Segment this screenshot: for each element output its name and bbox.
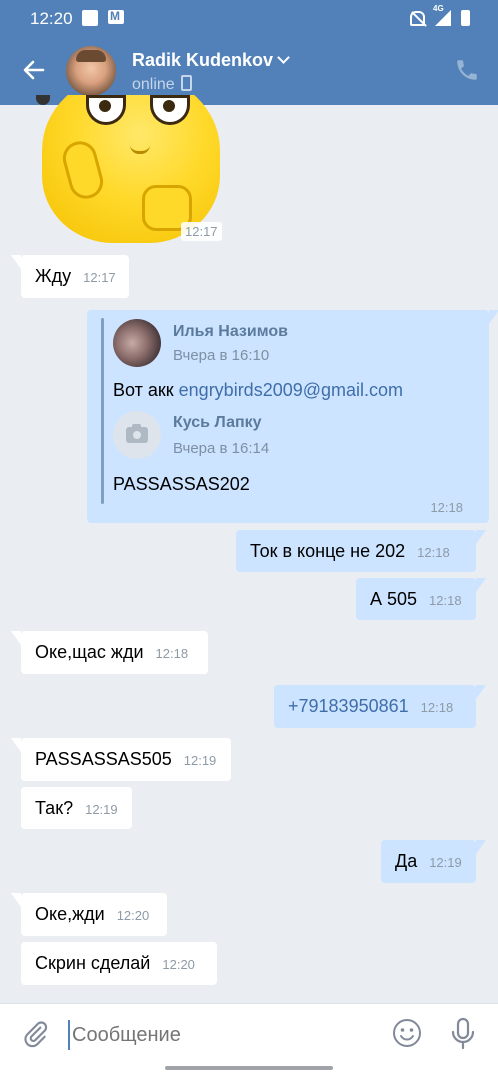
status-bar: 12:20 4G — [0, 0, 498, 36]
avatar[interactable] — [113, 319, 161, 367]
message-time: 12:18 — [430, 500, 463, 515]
incoming-message[interactable]: Так? 12:19 — [21, 787, 132, 829]
incoming-message[interactable]: PASSASSAS505 12:19 — [11, 738, 231, 781]
signal-icon: 4G — [433, 4, 451, 26]
battery-icon — [461, 10, 470, 26]
microphone-icon[interactable] — [450, 1017, 476, 1051]
phone-link[interactable]: +79183950861 — [288, 696, 409, 716]
message-time: 12:17 — [181, 222, 222, 241]
forwarded-text: Вот акк engrybirds2009@gmail.com — [113, 380, 404, 400]
forwarded-author[interactable]: Кусь Лапку — [173, 414, 262, 432]
emoji-icon[interactable] — [392, 1018, 422, 1048]
forwarded-date: Вчера в 16:10 — [173, 347, 270, 364]
phone-icon[interactable] — [454, 57, 480, 83]
incoming-message[interactable]: Оке,жди 12:20 — [11, 893, 167, 936]
chat-header: 12:20 4G Radik Kudenkov online — [0, 0, 498, 105]
outgoing-message[interactable]: Да 12:19 — [381, 840, 486, 883]
incoming-message[interactable]: Оке,щас жди 12:18 — [11, 631, 208, 674]
email-link[interactable]: engrybirds2009@gmail.com — [179, 380, 403, 400]
outgoing-message[interactable]: +79183950861 12:18 — [274, 685, 486, 728]
status-icons: 4G — [410, 4, 470, 26]
contact-avatar[interactable] — [66, 46, 116, 96]
forwarded-text: PASSASSAS202 — [113, 474, 250, 494]
status-time: 12:20 — [30, 9, 73, 28]
incoming-message[interactable]: Жду 12:17 — [11, 255, 129, 298]
attach-icon[interactable] — [22, 1019, 48, 1049]
do-not-disturb-icon — [410, 10, 425, 26]
message-input[interactable] — [68, 1020, 372, 1050]
avatar[interactable] — [113, 411, 161, 459]
forwarded-date: Вчера в 16:14 — [173, 440, 270, 457]
gmail-icon — [108, 9, 124, 24]
incoming-message[interactable]: Скрин сделай 12:20 — [21, 942, 217, 985]
forwarded-author[interactable]: Илья Назимов — [173, 323, 288, 341]
contact-status: online — [132, 73, 192, 94]
chat-screen: 12:20 4G Radik Kudenkov online — [0, 0, 498, 1080]
back-arrow-icon[interactable] — [22, 58, 46, 82]
outgoing-message[interactable]: А 505 12:18 — [356, 578, 486, 620]
mobile-icon — [180, 75, 192, 91]
camera-icon — [126, 424, 148, 443]
contact-name[interactable]: Radik Kudenkov — [132, 50, 290, 71]
outgoing-message[interactable]: Ток в конце не 202 12:18 — [236, 530, 486, 572]
notification-icon — [82, 10, 98, 26]
forwarded-messages[interactable]: Илья Назимов Вчера в 16:10 Вот акк engry… — [87, 310, 498, 523]
chevron-down-icon — [277, 51, 290, 64]
home-indicator[interactable] — [165, 1066, 333, 1070]
